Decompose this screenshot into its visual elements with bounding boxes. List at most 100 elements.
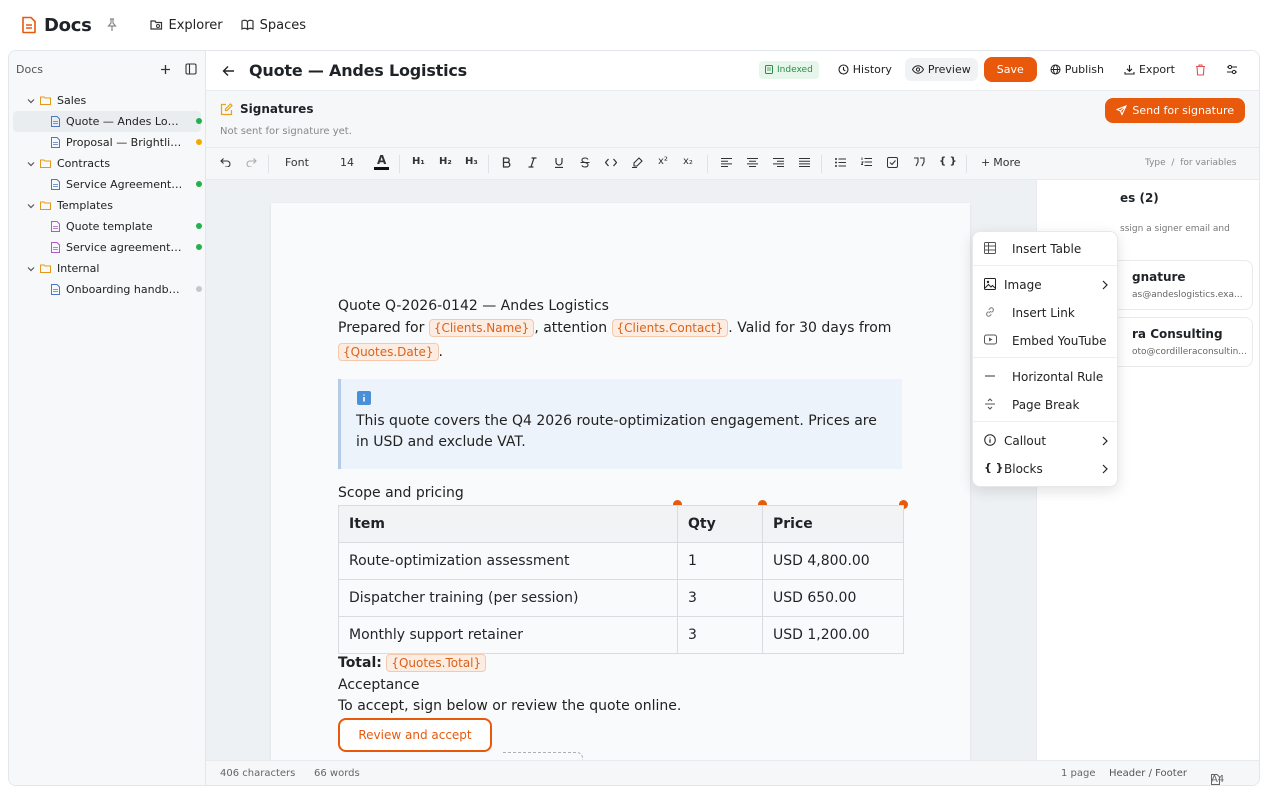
export-label: Export (1138, 63, 1175, 76)
strikethrough-icon[interactable] (580, 157, 590, 168)
document-title[interactable]: Quote — Andes Logistics (249, 61, 467, 80)
export-button[interactable]: Export (1117, 58, 1182, 81)
brand[interactable]: Docs (21, 15, 118, 36)
bullet-list-icon[interactable] (835, 158, 846, 167)
superscript-button[interactable]: x² (658, 156, 668, 167)
info-callout[interactable]: This quote covers the Q4 2026 route-opti… (338, 379, 902, 469)
more-button[interactable]: + More (981, 156, 1021, 169)
chevron-right-icon (1102, 464, 1108, 474)
braces-button[interactable]: { } (939, 156, 957, 167)
align-left-icon[interactable] (721, 158, 732, 167)
send-icon (1116, 105, 1128, 116)
undo-icon[interactable] (220, 157, 231, 167)
status-bar: 406 characters 66 words 1 page Header / … (206, 760, 1259, 785)
tree-doc-proposal-brightline[interactable]: Proposal — Brightline Retail (13, 132, 202, 153)
table-cell[interactable]: 3 (677, 616, 763, 654)
history-button[interactable]: History (831, 58, 899, 81)
menu-item-insert-link[interactable]: Insert Link (973, 301, 1119, 325)
numbered-list-icon[interactable] (861, 157, 872, 167)
paper-size-label: A4 (1211, 774, 1225, 785)
client-name-variable[interactable]: {Clients.Name} (428, 319, 535, 337)
align-justify-icon[interactable] (799, 158, 810, 167)
publish-button[interactable]: Publish (1043, 58, 1111, 81)
add-icon[interactable] (160, 64, 171, 75)
history-icon (838, 64, 849, 75)
send-for-signature-button[interactable]: Send for signature (1105, 98, 1245, 123)
tree-doc-service-agreement[interactable]: Service Agreement — Cordillera (13, 174, 202, 195)
table-cell[interactable]: USD 4,800.00 (762, 542, 904, 580)
align-right-icon[interactable] (773, 158, 784, 167)
nav-explorer[interactable]: Explorer (149, 18, 223, 33)
tree-label: Sales (57, 94, 87, 107)
menu-item-embed-youtube[interactable]: Embed YouTube (973, 329, 1119, 353)
tree-template-service-agreement[interactable]: Service agreement template (13, 237, 202, 258)
table-cell[interactable]: USD 1,200.00 (762, 616, 904, 654)
document-page[interactable]: Quote Q-2026-0142 — Andes Logistics Prep… (271, 203, 970, 760)
pin-icon[interactable] (106, 18, 118, 32)
format-toolbar: Font 14 A H₁ H₂ H₃ x² x₂ {} + More Type… (206, 148, 1259, 180)
tree-folder-templates[interactable]: Templates (13, 195, 201, 216)
table-row: Route-optimization assessment 1 USD 4,80… (338, 542, 904, 580)
menu-item-callout[interactable]: Callout (973, 429, 1119, 453)
tree-folder-contracts[interactable]: Contracts (13, 153, 201, 174)
folder-search-icon (149, 19, 163, 31)
delete-button[interactable] (1188, 59, 1213, 81)
review-and-accept-button[interactable]: Review and accept (338, 718, 492, 752)
heading-2-button[interactable]: H₂ (439, 156, 452, 167)
table-header-cell: Price (762, 505, 904, 543)
pricing-table[interactable]: Item Qty Price Route-optimization assess… (338, 505, 904, 654)
tree-label: Contracts (57, 157, 111, 170)
tree-doc-quote-andes[interactable]: Quote — Andes Logistics (13, 111, 202, 132)
nav-spaces[interactable]: Spaces (241, 18, 306, 33)
menu-item-image[interactable]: Image (973, 273, 1119, 297)
menu-item-insert-table[interactable]: Insert Table (973, 237, 1119, 261)
tree-folder-internal[interactable]: Internal (13, 258, 201, 279)
subscript-button[interactable]: x₂ (683, 156, 693, 167)
eye-icon (911, 65, 924, 74)
tree-template-quote[interactable]: Quote template (13, 216, 202, 237)
menu-item-page-break[interactable]: Page Break (973, 393, 1119, 417)
status-dot (196, 139, 202, 145)
bold-icon[interactable] (502, 157, 511, 168)
collapse-sidebar-icon[interactable] (185, 63, 197, 75)
redo-icon[interactable] (246, 157, 257, 167)
font-size-selector[interactable]: 14 (340, 156, 354, 169)
quote-total-variable[interactable]: {Quotes.Total} (386, 654, 487, 672)
table-cell[interactable]: Dispatcher training (per session) (338, 579, 678, 617)
quote-icon[interactable] (913, 157, 925, 167)
checklist-icon[interactable] (887, 157, 898, 168)
italic-icon[interactable] (528, 157, 537, 168)
code-icon[interactable] (605, 158, 617, 167)
acceptance-heading: Acceptance (338, 677, 420, 693)
settings-button[interactable] (1219, 59, 1245, 80)
save-button[interactable]: Save (983, 57, 1037, 82)
callout-line-1: This quote covers the Q4 2026 route-opti… (356, 413, 877, 429)
menu-item-blocks[interactable]: { } Blocks (973, 457, 1119, 481)
menu-item-horizontal-rule[interactable]: Horizontal Rule (973, 365, 1119, 389)
heading-1-button[interactable]: H₁ (412, 156, 425, 167)
back-arrow-icon[interactable] (222, 65, 235, 77)
font-selector[interactable]: Font (285, 156, 309, 169)
highlighter-icon[interactable] (631, 157, 643, 168)
preview-button[interactable]: Preview (904, 58, 978, 81)
table-cell[interactable]: Monthly support retainer (338, 616, 678, 654)
align-center-icon[interactable] (747, 158, 758, 167)
heading-3-button[interactable]: H₃ (465, 156, 478, 167)
signature-placeholder[interactable] (503, 752, 583, 760)
tree-doc-onboarding-handbook[interactable]: Onboarding handbook (13, 279, 202, 300)
folder-icon (40, 201, 51, 210)
table-cell[interactable]: USD 650.00 (762, 579, 904, 617)
signer-name: ra Consulting (1132, 327, 1223, 341)
table-cell[interactable]: 3 (677, 579, 763, 617)
tree-folder-sales[interactable]: Sales (13, 90, 201, 111)
more-menu: Insert Table Image Insert Link Embed You… (972, 231, 1119, 487)
underline-icon[interactable] (554, 157, 564, 168)
client-contact-variable[interactable]: {Clients.Contact} (611, 319, 729, 337)
table-cell[interactable]: Route-optimization assessment (338, 542, 678, 580)
table-cell[interactable]: 1 (677, 542, 763, 580)
table-header-cell: Item (338, 505, 678, 543)
header-footer-button[interactable]: Header / Footer (1109, 768, 1187, 779)
text-color-picker[interactable]: A (374, 154, 390, 170)
quote-date-variable[interactable]: {Quotes.Date} (338, 343, 439, 361)
table-icon (984, 242, 996, 254)
